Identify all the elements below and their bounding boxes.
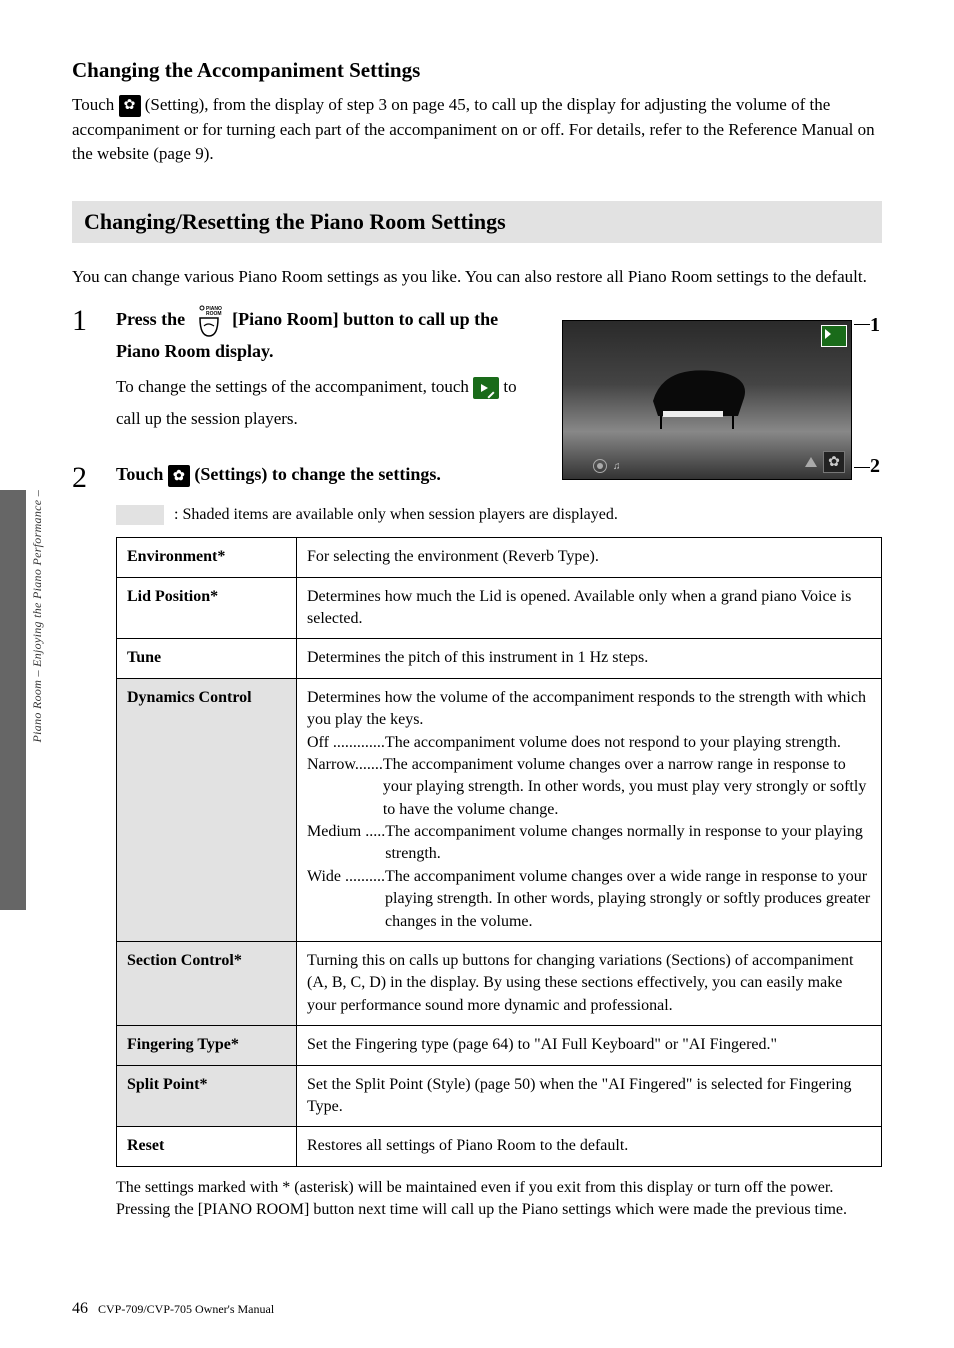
step-number: 1 [72, 304, 98, 336]
dyn-narrow-def: The accompaniment volume changes over a … [383, 754, 871, 821]
cell-label: Environment* [117, 538, 297, 577]
text-fragment: Touch [116, 464, 168, 484]
cell-label: Section Control* [117, 942, 297, 1026]
legend-swatch [116, 505, 164, 525]
table-row: Dynamics Control Determines how the volu… [117, 678, 882, 941]
text-fragment: Press the [116, 309, 190, 329]
callout-2: 2 [870, 455, 880, 478]
cell-label: Dynamics Control [117, 678, 297, 941]
text-fragment: (Settings) to change the settings. [194, 464, 440, 484]
cell-desc: Turning this on calls up buttons for cha… [297, 942, 882, 1026]
heading-changing-accompaniment: Changing the Accompaniment Settings [72, 58, 882, 83]
figure-piano-room: ♫ ✿ 1 2 [562, 320, 882, 480]
figure-bottom-right-controls: ✿ [805, 451, 845, 473]
cell-desc: Determines how the volume of the accompa… [297, 678, 882, 941]
dyn-wide-def: The accompaniment volume changes over a … [385, 866, 871, 933]
dyn-medium-def: The accompaniment volume changes normall… [385, 821, 871, 866]
table-row: Section Control* Turning this on calls u… [117, 942, 882, 1026]
step-1: 1 Press the PIANO ROOM [Piano Room] butt… [72, 304, 532, 436]
manual-title: CVP-709/CVP-705 Owner's Manual [98, 1302, 274, 1317]
cell-label: Fingering Type* [117, 1026, 297, 1065]
cell-desc: Set the Fingering type (page 64) to "AI … [297, 1026, 882, 1065]
text-fragment: Touch [72, 95, 119, 114]
settings-table: Environment* For selecting the environme… [116, 537, 882, 1167]
gear-icon: ✿ [823, 451, 845, 473]
side-tab-text: Piano Room – Enjoying the Piano Performa… [30, 490, 45, 742]
text-fragment: (Setting), from the display of step 3 on… [72, 95, 875, 163]
step-number: 2 [72, 461, 98, 493]
metronome-icon [805, 457, 817, 467]
text-fragment: To change the settings of the accompanim… [116, 377, 473, 396]
cell-desc: For selecting the environment (Reverb Ty… [297, 538, 882, 577]
side-tab-bar [0, 490, 26, 910]
gear-icon: ✿ [119, 95, 141, 117]
cell-desc: Determines how much the Lid is opened. A… [297, 577, 882, 639]
step-1-heading: Press the PIANO ROOM [Piano Room] button… [116, 304, 532, 365]
page-footer: 46 CVP-709/CVP-705 Owner's Manual [72, 1300, 274, 1318]
dyn-intro: Determines how the volume of the accompa… [307, 687, 871, 732]
callout-1: 1 [870, 314, 880, 337]
table-row: Fingering Type* Set the Fingering type (… [117, 1026, 882, 1065]
paragraph-accompaniment: Touch ✿ (Setting), from the display of s… [72, 93, 882, 167]
page-number: 46 [72, 1300, 88, 1318]
grand-piano-icon [643, 361, 763, 431]
table-row: Environment* For selecting the environme… [117, 538, 882, 577]
dyn-off-def: The accompaniment volume does not respon… [385, 732, 871, 754]
music-note-icon: ♫ [613, 461, 621, 472]
table-row: Reset Restores all settings of Piano Roo… [117, 1127, 882, 1166]
svg-text:ROOM: ROOM [206, 311, 222, 317]
side-tab: Piano Room – Enjoying the Piano Performa… [0, 490, 46, 910]
table-row: Lid Position* Determines how much the Li… [117, 577, 882, 639]
cell-label: Split Point* [117, 1065, 297, 1127]
gear-icon: ✿ [168, 465, 190, 487]
cell-desc: Restores all settings of Piano Room to t… [297, 1127, 882, 1166]
dyn-off-term: Off ............. [307, 732, 385, 754]
legend-text: : Shaded items are available only when s… [174, 506, 618, 524]
table-row: Tune Determines the pitch of this instru… [117, 639, 882, 678]
cell-label: Reset [117, 1127, 297, 1166]
dyn-narrow-term: Narrow....... [307, 754, 383, 776]
piano-room-button-icon: PIANO ROOM [194, 304, 224, 338]
heading-section-bar: Changing/Resetting the Piano Room Settin… [72, 201, 882, 243]
cell-desc: Determines the pitch of this instrument … [297, 639, 882, 678]
dyn-medium-term: Medium ..... [307, 821, 385, 843]
figure-bottom-left-controls: ♫ [593, 459, 621, 473]
cell-label: Tune [117, 639, 297, 678]
dyn-wide-term: Wide .......... [307, 866, 385, 888]
page: Piano Room – Enjoying the Piano Performa… [0, 0, 954, 1348]
record-icon [593, 459, 607, 473]
paragraph-section-intro: You can change various Piano Room settin… [72, 265, 882, 290]
session-players-icon [473, 377, 499, 399]
session-players-icon [821, 325, 847, 347]
table-footnote: The settings marked with * (asterisk) wi… [116, 1177, 882, 1222]
cell-label: Lid Position* [117, 577, 297, 639]
cell-desc: Set the Split Point (Style) (page 50) wh… [297, 1065, 882, 1127]
step-1-subtext: To change the settings of the accompanim… [116, 371, 532, 436]
table-row: Split Point* Set the Split Point (Style)… [117, 1065, 882, 1127]
figure-image: ♫ ✿ [562, 320, 852, 480]
legend: : Shaded items are available only when s… [116, 505, 882, 525]
